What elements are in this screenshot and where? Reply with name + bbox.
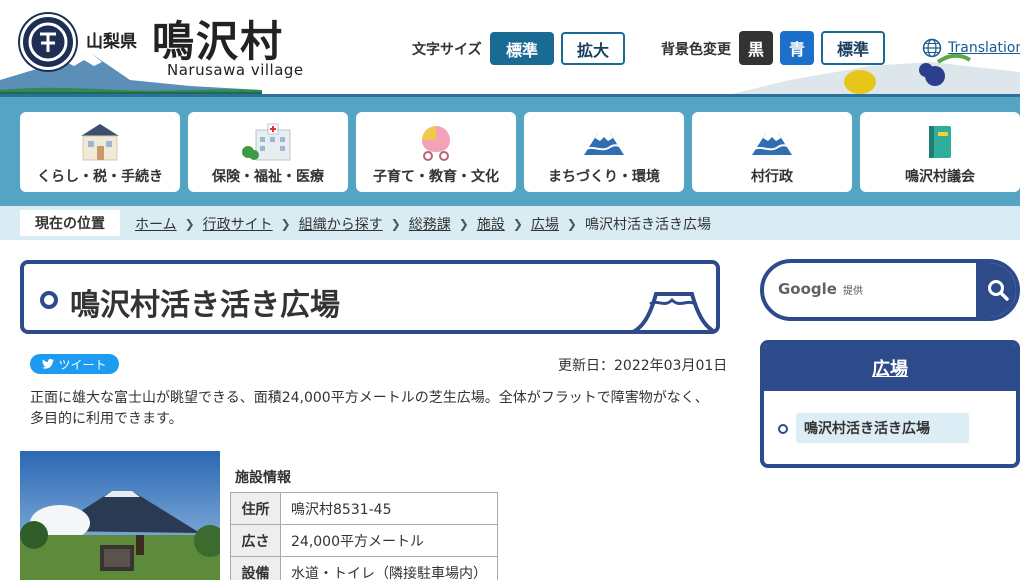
book-icon: [929, 126, 951, 158]
nav-item-label: 鳴沢村議会: [905, 169, 975, 185]
category-menu-title: 広場: [872, 358, 908, 380]
category-menu-item[interactable]: 鳴沢村活き活き広場: [796, 413, 969, 443]
breadcrumb-link-facilities[interactable]: 施設: [477, 214, 505, 234]
chevron-right-icon: ❯: [390, 217, 401, 231]
nav-item-label: まちづくり・環境: [548, 169, 660, 185]
table-cell: 水道・トイレ（隣接駐車場内）: [280, 556, 498, 580]
table-row: 設備 水道・トイレ（隣接駐車場内）: [230, 556, 498, 580]
mount-fuji-icon: [752, 133, 793, 155]
site-logo-text[interactable]: 鳴沢村: [152, 8, 284, 69]
globe-icon: [922, 38, 942, 58]
breadcrumb-current: 鳴沢村活き活き広場: [584, 217, 711, 233]
nav-item-health[interactable]: 保険・福祉・医療: [188, 112, 348, 192]
bg-black-button[interactable]: 黒: [739, 31, 773, 65]
breadcrumb-link-by-organization[interactable]: 組織から探す: [299, 214, 383, 234]
bg-color-label: 背景色変更: [661, 42, 731, 58]
prefecture-name: 山梨県: [86, 32, 137, 52]
search-provided-label: 提供: [842, 286, 863, 297]
breadcrumb: 現在の位置 ホーム ❯ 行政サイト ❯ 組織から探す ❯ 総務課 ❯ 施設 ❯ …: [0, 206, 1020, 240]
search-input[interactable]: Google 提供: [778, 280, 863, 298]
table-row: 住所 鳴沢村8531-45: [230, 492, 498, 525]
mount-fuji-outline-icon: [632, 292, 716, 330]
nav-item-label: 子育て・教育・文化: [373, 169, 499, 185]
text-size-label: 文字サイズ: [412, 42, 482, 58]
chevron-right-icon: ❯: [566, 217, 577, 231]
hospital-icon: [242, 123, 291, 161]
stroller-icon: [422, 126, 450, 161]
nav-item-label: 村行政: [751, 169, 793, 185]
breadcrumb-list: ホーム ❯ 行政サイト ❯ 組織から探す ❯ 総務課 ❯ 施設 ❯ 広場 ❯ 鳴…: [135, 214, 711, 234]
plaza-photo: [20, 451, 220, 580]
emblem-icon: [28, 22, 68, 62]
chevron-right-icon: ❯: [512, 217, 523, 231]
breadcrumb-link-admin-site[interactable]: 行政サイト: [203, 214, 273, 234]
ring-bullet-icon: [778, 424, 788, 434]
breadcrumb-link-home[interactable]: ホーム: [135, 214, 177, 234]
site-search: Google 提供: [760, 259, 1020, 321]
nav-item-administration[interactable]: 村行政: [692, 112, 852, 192]
updated-date: 更新日：2022年03月01日: [558, 358, 728, 374]
nav-item-label: 保険・福祉・医療: [212, 169, 324, 185]
table-header-cell: 設備: [230, 556, 281, 580]
page-title-box: 鳴沢村活き活き広場: [20, 260, 720, 334]
facility-info-table: 住所 鳴沢村8531-45 広さ 24,000平方メートル 設備 水道・トイレ（…: [230, 492, 498, 580]
table-header-cell: 住所: [230, 492, 281, 525]
chevron-right-icon: ❯: [184, 217, 195, 231]
global-nav: くらし・税・手続き 保険・福祉・医療 子育て・教育・文化 まちづくり・環境 村行…: [0, 97, 1020, 206]
tweet-label: ツイート: [58, 357, 107, 372]
page-title: 鳴沢村活き活き広場: [70, 288, 340, 323]
photo-image: [20, 451, 220, 580]
text-size-standard-button[interactable]: 標準: [490, 32, 554, 65]
bg-blue-button[interactable]: 青: [780, 31, 814, 65]
breadcrumb-link-general-affairs[interactable]: 総務課: [409, 214, 451, 234]
breadcrumb-here-label: 現在の位置: [20, 210, 120, 236]
google-brand-label: Google: [778, 280, 837, 298]
table-cell: 24,000平方メートル: [280, 524, 498, 557]
translation-link[interactable]: Translation: [922, 38, 1020, 58]
table-header-cell: 広さ: [230, 524, 281, 557]
site-logo-english: Narusawa village: [167, 61, 304, 79]
breadcrumb-link-plaza[interactable]: 広場: [531, 214, 559, 234]
nav-item-assembly[interactable]: 鳴沢村議会: [860, 112, 1020, 192]
mount-fuji-icon: [584, 133, 625, 155]
house-icon: [81, 124, 119, 161]
facility-info-caption: 施設情報: [235, 470, 291, 486]
nav-item-childcare[interactable]: 子育て・教育・文化: [356, 112, 516, 192]
search-button[interactable]: [976, 263, 1016, 317]
table-row: 広さ 24,000平方メートル: [230, 524, 498, 557]
bg-standard-button[interactable]: 標準: [821, 31, 885, 65]
tweet-button[interactable]: ツイート: [30, 354, 119, 374]
page-description: 正面に雄大な富士山が眺望できる、面積24,000平方メートルの芝生広場。全体がフ…: [30, 390, 709, 427]
category-menu-header[interactable]: 広場: [764, 344, 1016, 391]
text-size-large-button[interactable]: 拡大: [561, 32, 625, 65]
nav-item-label: くらし・税・手続き: [37, 169, 163, 185]
chevron-right-icon: ❯: [458, 217, 469, 231]
search-icon: [988, 280, 1009, 301]
nav-item-town-planning[interactable]: まちづくり・環境: [524, 112, 684, 192]
twitter-bird-icon: [42, 359, 55, 369]
ring-bullet-icon: [40, 291, 58, 309]
table-cell: 鳴沢村8531-45: [280, 492, 498, 525]
translation-label: Translation: [948, 40, 1020, 56]
site-header: 山梨県 鳴沢村 Narusawa village 文字サイズ 標準 拡大 背景色…: [0, 0, 1020, 97]
chevron-right-icon: ❯: [280, 217, 291, 231]
nav-item-living[interactable]: くらし・税・手続き: [20, 112, 180, 192]
village-emblem[interactable]: [20, 14, 76, 70]
category-menu: 広場 鳴沢村活き活き広場: [760, 340, 1020, 468]
